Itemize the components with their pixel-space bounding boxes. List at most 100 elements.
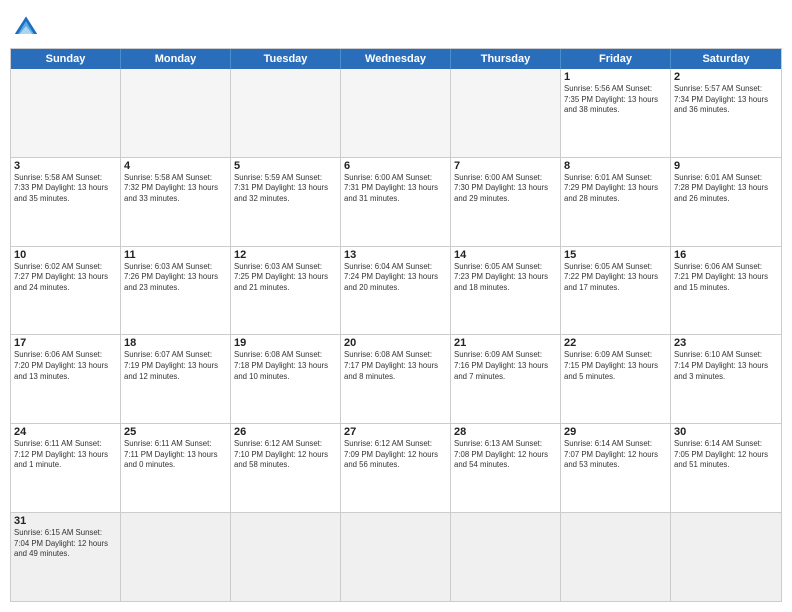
day-cell-empty-5-5 <box>561 513 671 601</box>
day-cell-empty-5-1 <box>121 513 231 601</box>
day-number: 18 <box>124 337 227 349</box>
day-cell-28: 28Sunrise: 6:13 AM Sunset: 7:08 PM Dayli… <box>451 424 561 512</box>
day-number: 31 <box>14 515 117 527</box>
day-info: Sunrise: 6:12 AM Sunset: 7:09 PM Dayligh… <box>344 439 447 471</box>
day-number: 28 <box>454 426 557 438</box>
weekday-header-monday: Monday <box>121 49 231 69</box>
calendar-row-0: 1Sunrise: 5:56 AM Sunset: 7:35 PM Daylig… <box>11 69 781 157</box>
weekday-header-tuesday: Tuesday <box>231 49 341 69</box>
day-info: Sunrise: 6:04 AM Sunset: 7:24 PM Dayligh… <box>344 262 447 294</box>
day-info: Sunrise: 6:14 AM Sunset: 7:07 PM Dayligh… <box>564 439 667 471</box>
day-cell-23: 23Sunrise: 6:10 AM Sunset: 7:14 PM Dayli… <box>671 335 781 423</box>
day-info: Sunrise: 6:09 AM Sunset: 7:15 PM Dayligh… <box>564 350 667 382</box>
day-number: 1 <box>564 71 667 83</box>
day-info: Sunrise: 5:58 AM Sunset: 7:32 PM Dayligh… <box>124 173 227 205</box>
day-cell-19: 19Sunrise: 6:08 AM Sunset: 7:18 PM Dayli… <box>231 335 341 423</box>
day-info: Sunrise: 6:11 AM Sunset: 7:12 PM Dayligh… <box>14 439 117 471</box>
day-info: Sunrise: 6:03 AM Sunset: 7:26 PM Dayligh… <box>124 262 227 294</box>
day-info: Sunrise: 6:02 AM Sunset: 7:27 PM Dayligh… <box>14 262 117 294</box>
day-info: Sunrise: 6:00 AM Sunset: 7:31 PM Dayligh… <box>344 173 447 205</box>
day-info: Sunrise: 5:56 AM Sunset: 7:35 PM Dayligh… <box>564 84 667 116</box>
calendar-row-4: 24Sunrise: 6:11 AM Sunset: 7:12 PM Dayli… <box>11 423 781 512</box>
day-number: 13 <box>344 249 447 261</box>
logo-icon <box>10 10 42 42</box>
day-cell-18: 18Sunrise: 6:07 AM Sunset: 7:19 PM Dayli… <box>121 335 231 423</box>
day-number: 12 <box>234 249 337 261</box>
day-info: Sunrise: 6:06 AM Sunset: 7:21 PM Dayligh… <box>674 262 778 294</box>
day-cell-6: 6Sunrise: 6:00 AM Sunset: 7:31 PM Daylig… <box>341 158 451 246</box>
day-cell-16: 16Sunrise: 6:06 AM Sunset: 7:21 PM Dayli… <box>671 247 781 335</box>
day-number: 5 <box>234 160 337 172</box>
day-cell-20: 20Sunrise: 6:08 AM Sunset: 7:17 PM Dayli… <box>341 335 451 423</box>
calendar-row-2: 10Sunrise: 6:02 AM Sunset: 7:27 PM Dayli… <box>11 246 781 335</box>
day-info: Sunrise: 6:13 AM Sunset: 7:08 PM Dayligh… <box>454 439 557 471</box>
day-number: 2 <box>674 71 778 83</box>
day-cell-empty-0-2 <box>231 69 341 157</box>
day-number: 3 <box>14 160 117 172</box>
weekday-header-wednesday: Wednesday <box>341 49 451 69</box>
logo <box>10 10 46 42</box>
day-number: 11 <box>124 249 227 261</box>
weekday-header-sunday: Sunday <box>11 49 121 69</box>
page: SundayMondayTuesdayWednesdayThursdayFrid… <box>0 0 792 612</box>
calendar: SundayMondayTuesdayWednesdayThursdayFrid… <box>10 48 782 602</box>
day-info: Sunrise: 6:08 AM Sunset: 7:18 PM Dayligh… <box>234 350 337 382</box>
day-cell-empty-0-1 <box>121 69 231 157</box>
day-info: Sunrise: 6:10 AM Sunset: 7:14 PM Dayligh… <box>674 350 778 382</box>
day-number: 6 <box>344 160 447 172</box>
day-cell-29: 29Sunrise: 6:14 AM Sunset: 7:07 PM Dayli… <box>561 424 671 512</box>
day-number: 23 <box>674 337 778 349</box>
day-cell-empty-5-4 <box>451 513 561 601</box>
weekday-header-saturday: Saturday <box>671 49 781 69</box>
day-number: 16 <box>674 249 778 261</box>
day-info: Sunrise: 6:08 AM Sunset: 7:17 PM Dayligh… <box>344 350 447 382</box>
day-cell-11: 11Sunrise: 6:03 AM Sunset: 7:26 PM Dayli… <box>121 247 231 335</box>
day-cell-17: 17Sunrise: 6:06 AM Sunset: 7:20 PM Dayli… <box>11 335 121 423</box>
day-cell-13: 13Sunrise: 6:04 AM Sunset: 7:24 PM Dayli… <box>341 247 451 335</box>
day-info: Sunrise: 6:06 AM Sunset: 7:20 PM Dayligh… <box>14 350 117 382</box>
day-cell-15: 15Sunrise: 6:05 AM Sunset: 7:22 PM Dayli… <box>561 247 671 335</box>
calendar-row-3: 17Sunrise: 6:06 AM Sunset: 7:20 PM Dayli… <box>11 334 781 423</box>
day-cell-5: 5Sunrise: 5:59 AM Sunset: 7:31 PM Daylig… <box>231 158 341 246</box>
day-cell-22: 22Sunrise: 6:09 AM Sunset: 7:15 PM Dayli… <box>561 335 671 423</box>
weekday-header-friday: Friday <box>561 49 671 69</box>
calendar-row-5: 31Sunrise: 6:15 AM Sunset: 7:04 PM Dayli… <box>11 512 781 601</box>
day-number: 7 <box>454 160 557 172</box>
header <box>10 10 782 42</box>
day-cell-8: 8Sunrise: 6:01 AM Sunset: 7:29 PM Daylig… <box>561 158 671 246</box>
weekday-header-thursday: Thursday <box>451 49 561 69</box>
day-info: Sunrise: 5:57 AM Sunset: 7:34 PM Dayligh… <box>674 84 778 116</box>
calendar-header: SundayMondayTuesdayWednesdayThursdayFrid… <box>11 49 781 69</box>
calendar-row-1: 3Sunrise: 5:58 AM Sunset: 7:33 PM Daylig… <box>11 157 781 246</box>
day-info: Sunrise: 6:01 AM Sunset: 7:28 PM Dayligh… <box>674 173 778 205</box>
day-cell-10: 10Sunrise: 6:02 AM Sunset: 7:27 PM Dayli… <box>11 247 121 335</box>
day-cell-30: 30Sunrise: 6:14 AM Sunset: 7:05 PM Dayli… <box>671 424 781 512</box>
day-info: Sunrise: 6:05 AM Sunset: 7:23 PM Dayligh… <box>454 262 557 294</box>
day-cell-1: 1Sunrise: 5:56 AM Sunset: 7:35 PM Daylig… <box>561 69 671 157</box>
day-info: Sunrise: 6:05 AM Sunset: 7:22 PM Dayligh… <box>564 262 667 294</box>
day-number: 14 <box>454 249 557 261</box>
day-info: Sunrise: 6:14 AM Sunset: 7:05 PM Dayligh… <box>674 439 778 471</box>
day-info: Sunrise: 6:07 AM Sunset: 7:19 PM Dayligh… <box>124 350 227 382</box>
day-number: 8 <box>564 160 667 172</box>
day-info: Sunrise: 6:03 AM Sunset: 7:25 PM Dayligh… <box>234 262 337 294</box>
day-cell-7: 7Sunrise: 6:00 AM Sunset: 7:30 PM Daylig… <box>451 158 561 246</box>
day-cell-empty-5-3 <box>341 513 451 601</box>
day-info: Sunrise: 5:59 AM Sunset: 7:31 PM Dayligh… <box>234 173 337 205</box>
day-cell-empty-0-0 <box>11 69 121 157</box>
day-cell-empty-5-2 <box>231 513 341 601</box>
day-cell-empty-5-6 <box>671 513 781 601</box>
day-cell-empty-0-4 <box>451 69 561 157</box>
day-cell-12: 12Sunrise: 6:03 AM Sunset: 7:25 PM Dayli… <box>231 247 341 335</box>
day-cell-27: 27Sunrise: 6:12 AM Sunset: 7:09 PM Dayli… <box>341 424 451 512</box>
day-info: Sunrise: 6:00 AM Sunset: 7:30 PM Dayligh… <box>454 173 557 205</box>
day-cell-4: 4Sunrise: 5:58 AM Sunset: 7:32 PM Daylig… <box>121 158 231 246</box>
day-info: Sunrise: 6:09 AM Sunset: 7:16 PM Dayligh… <box>454 350 557 382</box>
day-number: 4 <box>124 160 227 172</box>
calendar-body: 1Sunrise: 5:56 AM Sunset: 7:35 PM Daylig… <box>11 69 781 601</box>
day-number: 10 <box>14 249 117 261</box>
day-info: Sunrise: 6:01 AM Sunset: 7:29 PM Dayligh… <box>564 173 667 205</box>
day-info: Sunrise: 5:58 AM Sunset: 7:33 PM Dayligh… <box>14 173 117 205</box>
day-number: 19 <box>234 337 337 349</box>
day-info: Sunrise: 6:11 AM Sunset: 7:11 PM Dayligh… <box>124 439 227 471</box>
